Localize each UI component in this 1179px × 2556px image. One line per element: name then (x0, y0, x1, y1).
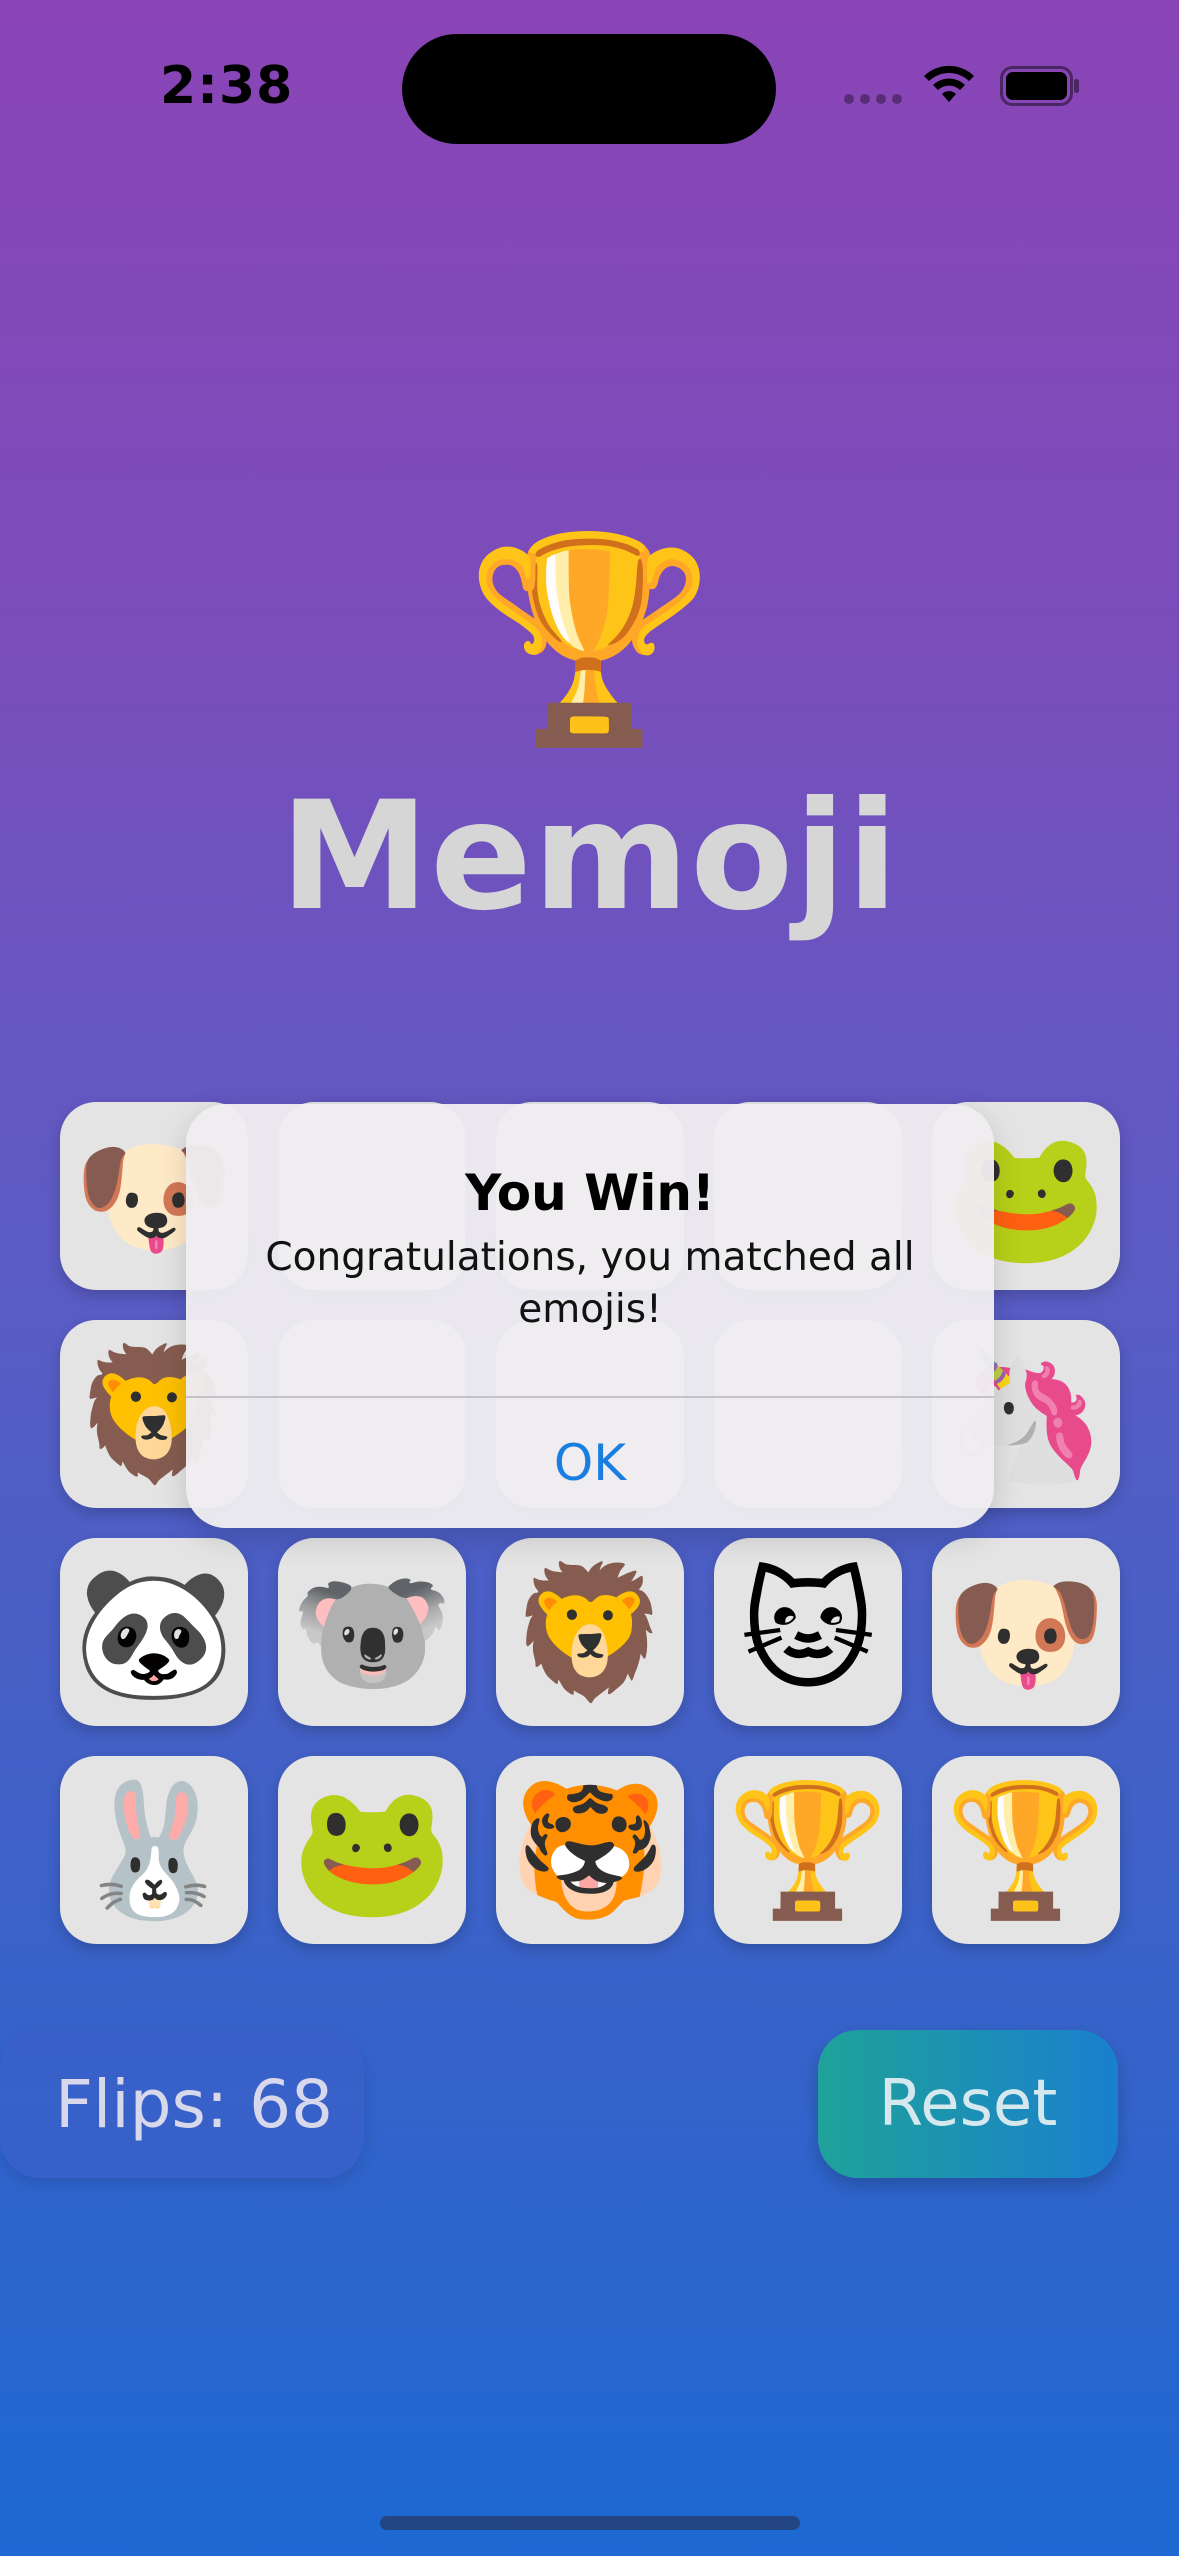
reset-button[interactable]: Reset (818, 2030, 1118, 2178)
dynamic-island (402, 34, 776, 144)
signal-dots-icon (844, 94, 904, 104)
memory-card-17[interactable]: 🐸 (278, 1756, 466, 1944)
memory-card-18[interactable]: 🐯 (496, 1756, 684, 1944)
memory-card-13[interactable]: 🦁 (496, 1538, 684, 1726)
wifi-icon (924, 65, 974, 102)
memory-card-20[interactable]: 🏆 (932, 1756, 1120, 1944)
alert-title: You Win! (465, 1164, 715, 1222)
battery-icon (1000, 66, 1079, 106)
flips-counter: Flips: 68 (0, 2030, 364, 2178)
flips-label: Flips: 68 (54, 2065, 334, 2143)
memory-card-16[interactable]: 🐰 (60, 1756, 248, 1944)
memory-card-19[interactable]: 🏆 (714, 1756, 902, 1944)
trophy-icon: 🏆 (465, 523, 715, 756)
alert-message: Congratulations, you matched all emojis! (265, 1235, 915, 1332)
memory-card-11[interactable]: 🐼 (60, 1538, 248, 1726)
status-time: 2:38 (160, 56, 294, 116)
win-alert: You Win! Congratulations, you matched al… (186, 1104, 994, 1528)
ok-button[interactable]: OK (186, 1398, 994, 1528)
memory-card-15[interactable]: 🐶 (932, 1538, 1120, 1726)
memory-card-12[interactable]: 🐨 (278, 1538, 466, 1726)
app-title: Memoji (279, 770, 900, 944)
home-indicator[interactable] (380, 2516, 800, 2530)
memory-card-14[interactable]: 🐱 (714, 1538, 902, 1726)
